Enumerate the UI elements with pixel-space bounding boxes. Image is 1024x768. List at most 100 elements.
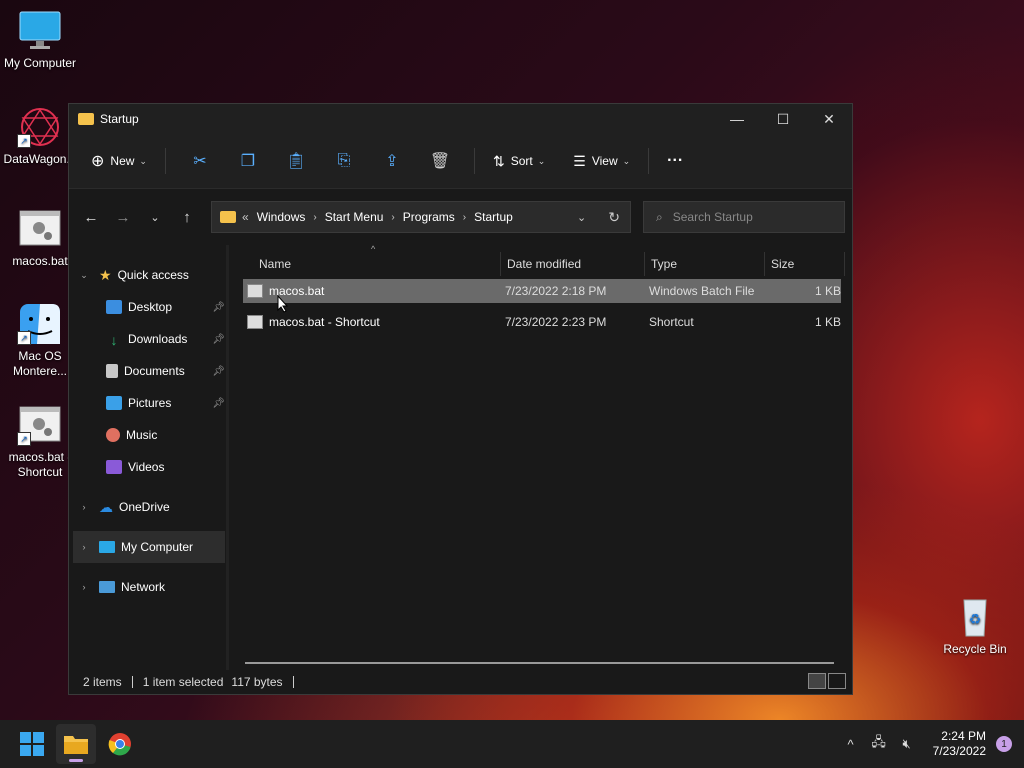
arrow-left-icon: ←	[83, 208, 99, 226]
rename-icon: ⎘	[337, 152, 351, 169]
file-name: macos.bat	[269, 284, 325, 298]
refresh-button[interactable]: ↻	[608, 209, 620, 226]
more-options-button[interactable]: ···	[659, 145, 691, 177]
paste-icon: 📋︎	[285, 153, 307, 170]
address-bar[interactable]: « Windows › Start Menu › Programs › Star…	[211, 201, 631, 233]
chevron-right-icon: ›	[82, 582, 86, 592]
sort-icon: ⇅	[492, 152, 505, 169]
system-tray: ^ 🖧︎ 🔇︎ 2:24 PM 7/23/2022 1	[837, 729, 1024, 759]
breadcrumb-startup[interactable]: Startup	[474, 210, 513, 224]
active-indicator	[69, 759, 83, 762]
sort-label: Sort	[510, 154, 533, 168]
view-button[interactable]: ☰ View ⌄	[565, 145, 638, 177]
status-divider	[292, 676, 294, 688]
network-icon	[99, 581, 115, 593]
notification-badge[interactable]: 1	[996, 736, 1012, 752]
table-row[interactable]: macos.bat 7/23/2022 2:18 PM Windows Batc…	[243, 279, 841, 303]
column-header-date[interactable]: Date modified	[501, 252, 645, 276]
search-input[interactable]: ⌕ Search Startup	[643, 201, 845, 233]
chrome-icon	[108, 733, 131, 756]
more-icon: ···	[667, 152, 684, 169]
horizontal-scrollbar[interactable]	[245, 662, 834, 664]
details-view-button[interactable]	[808, 673, 826, 689]
tiles-view-button[interactable]	[828, 673, 846, 689]
column-header-size[interactable]: Size	[765, 252, 845, 276]
copy-button[interactable]: ❐	[232, 145, 264, 177]
maximize-button[interactable]: ☐	[760, 104, 806, 134]
desktop-icon-recycle-bin[interactable]: ♻ Recycle Bin	[935, 596, 1015, 657]
view-label: View	[591, 154, 618, 168]
show-hidden-icons-button[interactable]: ^	[839, 737, 863, 752]
sidebar-item-downloads[interactable]: ↓ Downloads 📌︎	[69, 323, 229, 355]
chevron-right-icon: ›	[462, 211, 467, 223]
column-header-type[interactable]: Type	[645, 252, 765, 276]
pictures-icon	[106, 396, 122, 410]
forward-button[interactable]: →	[107, 209, 139, 226]
breadcrumb-start-menu[interactable]: Start Menu	[325, 210, 384, 224]
desktop-icon-my-computer[interactable]: My Computer	[0, 10, 80, 71]
overflow-crumb[interactable]: «	[242, 210, 249, 224]
new-button[interactable]: ⊕ New ⌄	[83, 145, 155, 177]
chevron-right-icon: ›	[313, 211, 317, 223]
start-button[interactable]	[12, 724, 52, 764]
sidebar-item-videos[interactable]: Videos	[69, 451, 229, 483]
share-button[interactable]: ⇪	[376, 145, 408, 177]
file-type: Windows Batch File	[649, 284, 755, 298]
volume-muted-icon[interactable]: 🔇︎	[895, 736, 919, 752]
shortcut-arrow-icon: ↗	[17, 134, 31, 148]
chevron-down-icon: ⌄	[139, 155, 147, 166]
svg-text:♻: ♻	[969, 612, 982, 628]
chrome-taskbar-button[interactable]	[100, 724, 140, 764]
clock-time: 2:24 PM	[941, 729, 986, 743]
file-name: macos.bat - Shortcut	[269, 315, 380, 329]
paste-button[interactable]: 📋︎	[280, 145, 312, 177]
sidebar-item-desktop[interactable]: Desktop 📌︎	[69, 291, 229, 323]
shortcut-arrow-icon: ↗	[17, 331, 31, 345]
file-explorer-taskbar-button[interactable]	[56, 724, 96, 764]
navigation-pane: ⌄ ★ Quick access Desktop 📌︎ ↓ Downloads …	[69, 245, 229, 694]
finder-icon: ↗	[17, 303, 63, 345]
breadcrumb-windows[interactable]: Windows	[257, 210, 306, 224]
file-explorer-window: Startup — ☐ ✕ ⊕ New ⌄ ✂ ❐ 📋︎ ⎘ ⇪ 🗑︎ ⇅ So…	[68, 103, 853, 695]
taskbar: ^ 🖧︎ 🔇︎ 2:24 PM 7/23/2022 1	[0, 720, 1024, 768]
address-dropdown-button[interactable]: ⌄	[577, 211, 586, 224]
new-label: New	[110, 154, 135, 168]
pin-icon: 📌︎	[212, 365, 225, 377]
sidebar-item-documents[interactable]: Documents 📌︎	[69, 355, 229, 387]
rename-button[interactable]: ⎘	[328, 145, 360, 177]
network-icon[interactable]: 🖧︎	[867, 733, 891, 755]
sidebar-item-network[interactable]: › Network	[69, 571, 229, 603]
window-title: Startup	[100, 112, 139, 126]
sidebar-item-onedrive[interactable]: › ☁ OneDrive	[69, 491, 229, 523]
file-date: 7/23/2022 2:18 PM	[505, 284, 607, 298]
arrow-up-icon: ↑	[183, 208, 191, 226]
sidebar-item-pictures[interactable]: Pictures 📌︎	[69, 387, 229, 419]
downloads-icon: ↓	[110, 332, 118, 348]
cut-button[interactable]: ✂	[184, 145, 216, 177]
clock[interactable]: 2:24 PM 7/23/2022	[933, 729, 986, 759]
file-date: 7/23/2022 2:23 PM	[505, 315, 607, 329]
recent-locations-button[interactable]: ⌄	[139, 211, 171, 224]
file-list: Name Date modified Type Size ^ macos.bat…	[229, 244, 852, 694]
table-row[interactable]: macos.bat - Shortcut 7/23/2022 2:23 PM S…	[243, 310, 841, 334]
search-icon: ⌕	[656, 209, 663, 224]
sort-button[interactable]: ⇅ Sort ⌄	[485, 145, 553, 177]
selection-size: 117 bytes	[231, 675, 283, 689]
sidebar-item-my-computer[interactable]: › My Computer	[73, 531, 225, 563]
minimize-button[interactable]: —	[714, 104, 760, 134]
delete-button[interactable]: 🗑︎	[424, 145, 456, 177]
sort-ascending-icon: ^	[371, 244, 376, 254]
windows-logo-icon	[20, 732, 44, 756]
pin-icon: 📌︎	[212, 397, 225, 409]
chevron-down-icon: ⌄	[80, 269, 88, 280]
sidebar-item-quick-access[interactable]: ⌄ ★ Quick access	[69, 259, 229, 291]
breadcrumb-programs[interactable]: Programs	[403, 210, 455, 224]
up-button[interactable]: ↑	[171, 209, 203, 226]
sidebar-item-music[interactable]: Music	[69, 419, 229, 451]
back-button[interactable]: ←	[75, 209, 107, 226]
sidebar-item-label: Videos	[128, 460, 165, 474]
title-bar[interactable]: Startup — ☐ ✕	[69, 104, 852, 134]
column-header-name[interactable]: Name	[229, 252, 501, 276]
toolbar-separator	[473, 148, 475, 174]
close-button[interactable]: ✕	[806, 104, 852, 134]
